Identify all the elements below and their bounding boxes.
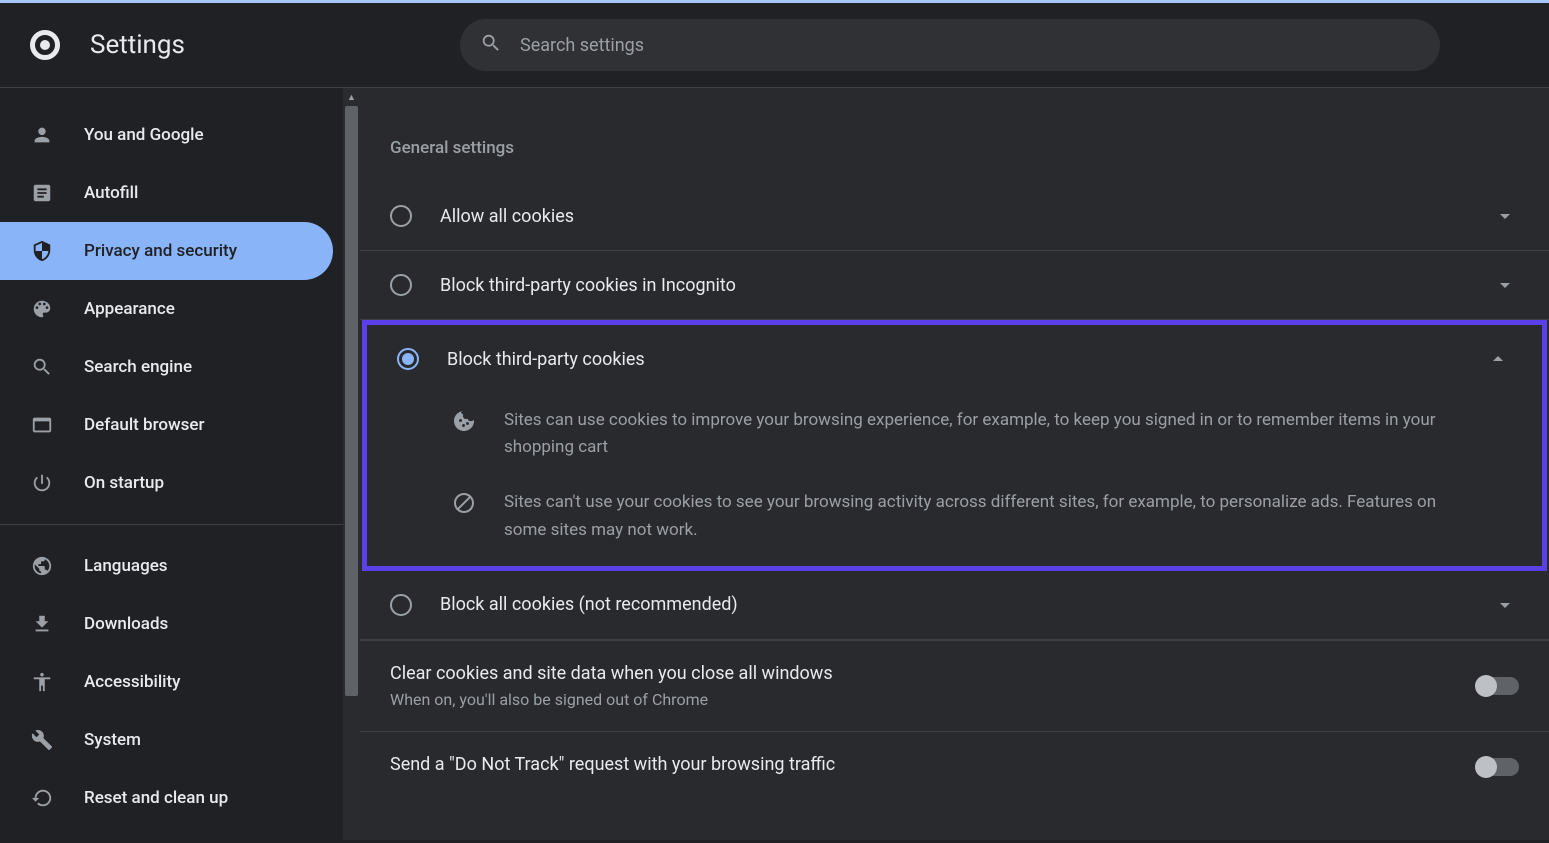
toggle-switch[interactable] <box>1477 677 1519 695</box>
chevron-up-icon[interactable] <box>1484 347 1512 371</box>
download-icon <box>30 612 54 636</box>
person-icon <box>30 123 54 147</box>
power-icon <box>30 471 54 495</box>
sidebar-item-privacy-security[interactable]: Privacy and security <box>0 222 333 280</box>
sidebar-item-label: You and Google <box>84 125 204 145</box>
sidebar: ▲ You and Google Autofill Privacy and se… <box>0 88 360 840</box>
sidebar-item-search-engine[interactable]: Search engine <box>0 338 343 396</box>
sidebar-item-label: Privacy and security <box>84 241 237 261</box>
sidebar-item-label: Search engine <box>84 357 192 377</box>
browser-icon <box>30 413 54 437</box>
sidebar-item-on-startup[interactable]: On startup <box>0 454 343 512</box>
search-container[interactable] <box>460 19 1440 71</box>
radio-icon <box>390 205 412 227</box>
sidebar-item-label: Reset and clean up <box>84 788 228 808</box>
sidebar-item-label: Autofill <box>84 183 138 203</box>
sidebar-item-default-browser[interactable]: Default browser <box>0 396 343 454</box>
sidebar-item-languages[interactable]: Languages <box>0 537 343 595</box>
search-input[interactable] <box>520 35 1420 56</box>
sidebar-item-label: Appearance <box>84 299 175 319</box>
toggle-subtitle: When on, you'll also be signed out of Ch… <box>390 690 1457 709</box>
section-title: General settings <box>360 138 1549 182</box>
radio-label: Block all cookies (not recommended) <box>440 594 1463 615</box>
toggle-title: Clear cookies and site data when you clo… <box>390 663 1457 684</box>
radio-label: Block third-party cookies in Incognito <box>440 275 1463 296</box>
scrollbar-thumb[interactable] <box>345 106 358 696</box>
radio-block-third-party-incognito[interactable]: Block third-party cookies in Incognito <box>360 251 1549 320</box>
wrench-icon <box>30 728 54 752</box>
reset-icon <box>30 786 54 810</box>
radio-icon <box>390 594 412 616</box>
block-icon <box>452 491 476 519</box>
radio-icon <box>390 274 412 296</box>
globe-icon <box>30 554 54 578</box>
accessibility-icon <box>30 670 54 694</box>
sidebar-item-downloads[interactable]: Downloads <box>0 595 343 653</box>
sidebar-item-autofill[interactable]: Autofill <box>0 164 343 222</box>
sidebar-item-label: Accessibility <box>84 672 181 692</box>
autofill-icon <box>30 181 54 205</box>
search-icon <box>480 32 502 58</box>
radio-label: Allow all cookies <box>440 206 1463 227</box>
content: General settings Allow all cookies Block… <box>360 88 1549 840</box>
sidebar-item-label: Downloads <box>84 614 168 634</box>
sidebar-item-you-and-google[interactable]: You and Google <box>0 106 343 164</box>
detail-row: Sites can't use your cookies to see your… <box>367 475 1542 565</box>
chevron-down-icon[interactable] <box>1491 273 1519 297</box>
sidebar-item-label: System <box>84 730 141 750</box>
radio-allow-all-cookies[interactable]: Allow all cookies <box>360 182 1549 251</box>
sidebar-item-accessibility[interactable]: Accessibility <box>0 653 343 711</box>
shield-icon <box>30 239 54 263</box>
palette-icon <box>30 297 54 321</box>
search-icon <box>30 355 54 379</box>
toggle-clear-cookies[interactable]: Clear cookies and site data when you clo… <box>360 640 1549 731</box>
cookie-icon <box>452 409 476 437</box>
radio-icon-selected <box>397 348 419 370</box>
scrollbar[interactable]: ▲ <box>343 88 360 840</box>
sidebar-item-label: On startup <box>84 473 164 493</box>
toggle-switch[interactable] <box>1477 758 1519 776</box>
radio-block-all-cookies[interactable]: Block all cookies (not recommended) <box>360 571 1549 640</box>
sidebar-divider <box>0 524 343 525</box>
toggle-title: Send a "Do Not Track" request with your … <box>390 754 1457 775</box>
sidebar-item-system[interactable]: System <box>0 711 343 769</box>
sidebar-item-reset[interactable]: Reset and clean up <box>0 769 343 827</box>
highlighted-selection: Block third-party cookies Sites can use … <box>362 320 1547 571</box>
page-title: Settings <box>90 30 430 60</box>
radio-label: Block third-party cookies <box>447 349 1456 370</box>
radio-block-third-party[interactable]: Block third-party cookies <box>367 325 1542 393</box>
chevron-down-icon[interactable] <box>1491 593 1519 617</box>
sidebar-item-appearance[interactable]: Appearance <box>0 280 343 338</box>
detail-text: Sites can't use your cookies to see your… <box>504 489 1512 543</box>
header: Settings <box>0 3 1549 88</box>
sidebar-item-label: Languages <box>84 556 168 576</box>
scroll-up-icon[interactable]: ▲ <box>347 92 356 101</box>
chrome-logo-icon <box>30 30 60 60</box>
toggle-do-not-track[interactable]: Send a "Do Not Track" request with your … <box>360 731 1549 803</box>
detail-text: Sites can use cookies to improve your br… <box>504 407 1512 461</box>
chevron-down-icon[interactable] <box>1491 204 1519 228</box>
sidebar-item-label: Default browser <box>84 415 205 435</box>
detail-row: Sites can use cookies to improve your br… <box>367 393 1542 475</box>
